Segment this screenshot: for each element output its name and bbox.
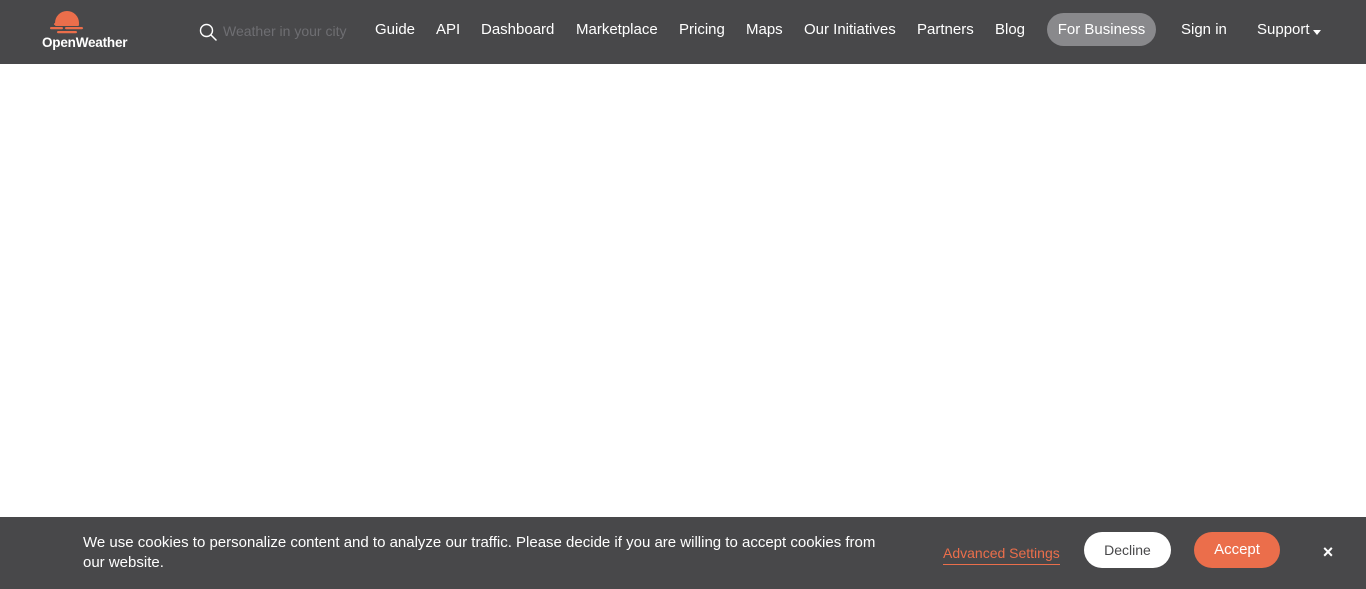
accept-button[interactable]: Accept: [1194, 532, 1280, 568]
nav-api[interactable]: API: [436, 20, 460, 40]
top-navigation-bar: OpenWeather Guide API Dashboard Marketpl…: [0, 0, 1366, 64]
cookie-consent-banner: We use cookies to personalize content an…: [0, 517, 1366, 589]
logo-wordmark: OpenWeather: [42, 35, 128, 50]
sign-in-link[interactable]: Sign in: [1181, 20, 1227, 40]
nav-maps[interactable]: Maps: [746, 20, 783, 40]
openweather-logo[interactable]: OpenWeather: [42, 11, 138, 53]
nav-pricing[interactable]: Pricing: [679, 20, 725, 40]
decline-button[interactable]: Decline: [1084, 532, 1171, 568]
nav-marketplace[interactable]: Marketplace: [576, 20, 658, 40]
nav-blog[interactable]: Blog: [995, 20, 1025, 40]
city-search: [199, 18, 359, 44]
for-business-button[interactable]: For Business: [1047, 13, 1156, 46]
cookie-message: We use cookies to personalize content an…: [83, 534, 876, 571]
close-icon[interactable]: ×: [1320, 543, 1336, 561]
support-menu[interactable]: Support: [1257, 20, 1310, 40]
city-search-input[interactable]: [223, 20, 359, 42]
sun-icon: [46, 11, 86, 37]
search-icon[interactable]: [199, 23, 217, 41]
nav-partners[interactable]: Partners: [917, 20, 974, 40]
nav-guide[interactable]: Guide: [375, 20, 415, 40]
nav-dashboard[interactable]: Dashboard: [481, 20, 554, 40]
nav-our-initiatives[interactable]: Our Initiatives: [804, 20, 896, 40]
advanced-settings-link[interactable]: Advanced Settings: [943, 543, 1060, 565]
caret-down-icon[interactable]: [1313, 30, 1321, 35]
